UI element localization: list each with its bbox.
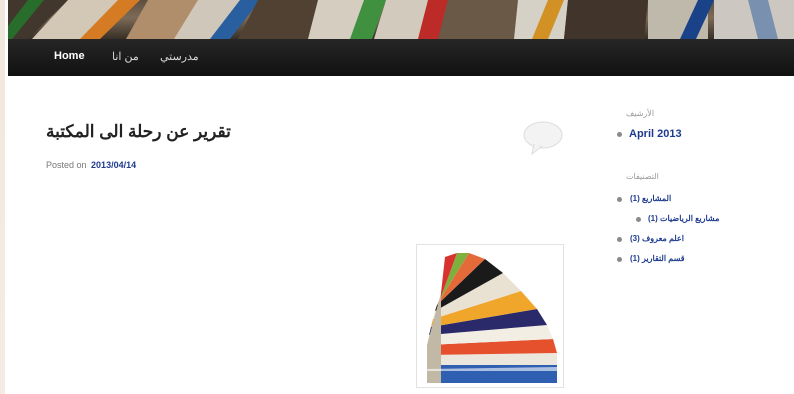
list-bullet <box>617 257 622 262</box>
archives-widget-title: الأرشيف <box>626 109 655 118</box>
category-link-teacher[interactable]: اعلم معروف (3) <box>630 234 684 243</box>
archive-link-april-2013[interactable]: April 2013 <box>629 128 682 140</box>
post-title[interactable]: تقرير عن رحلة الى المكتبة <box>46 122 256 142</box>
comment-bubble-icon[interactable] <box>522 120 564 156</box>
category-link-reports[interactable]: قسم التقارير (1) <box>630 254 685 263</box>
list-bullet <box>617 132 622 137</box>
category-link-projects[interactable]: المشاريع (1) <box>630 194 671 203</box>
post-meta: Posted on 2013/04/14 <box>46 160 136 170</box>
category-link-math-projects[interactable]: مشاريع الرياضيات (1) <box>648 214 719 223</box>
main-nav: Home من انا مدرستي <box>8 39 794 76</box>
nav-home-link[interactable]: Home <box>54 50 85 62</box>
page-edge <box>0 0 5 394</box>
list-bullet <box>617 197 622 202</box>
nav-school-link[interactable]: مدرستي <box>160 50 199 63</box>
list-bullet <box>636 217 641 222</box>
list-bullet <box>617 237 622 242</box>
header-banner <box>8 0 794 39</box>
posted-on-label: Posted on <box>46 160 87 170</box>
categories-widget-title: التصنيفات <box>626 172 659 181</box>
nav-about-link[interactable]: من انا <box>112 50 139 63</box>
post-date-link[interactable]: 2013/04/14 <box>91 160 136 170</box>
books-image <box>416 244 564 388</box>
